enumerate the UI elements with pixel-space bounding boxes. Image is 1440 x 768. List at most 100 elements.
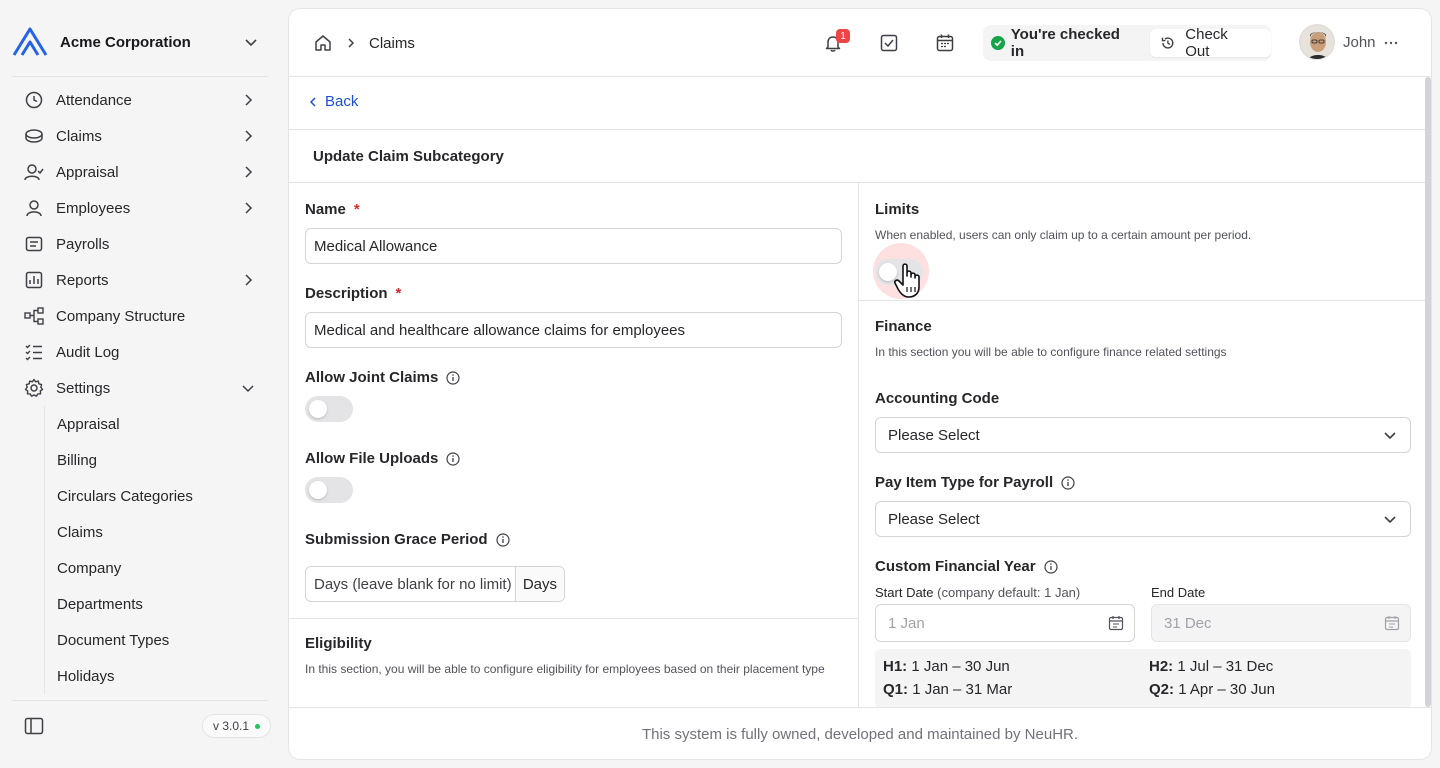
chevron-right-icon xyxy=(245,166,253,178)
user-check-icon xyxy=(24,162,44,182)
accounting-code-select[interactable]: Please Select xyxy=(875,417,1411,453)
sidebar-item-attendance[interactable]: Attendance xyxy=(12,82,270,118)
name-input[interactable]: Medical Allowance xyxy=(305,228,842,264)
company-logo-icon xyxy=(12,27,48,56)
subnav-item-billing[interactable]: Billing xyxy=(45,442,270,478)
more-horizontal-icon[interactable] xyxy=(1383,35,1399,51)
sidebar-item-settings[interactable]: Settings xyxy=(12,370,270,406)
name-label: Name * xyxy=(305,201,360,218)
sidebar-toggle-icon[interactable] xyxy=(24,716,44,736)
check-out-button[interactable]: Check Out xyxy=(1149,26,1271,60)
subnav-item-document-types[interactable]: Document Types xyxy=(45,622,270,658)
grace-period-label-text: Submission Grace Period xyxy=(305,531,488,548)
chevron-down-icon xyxy=(245,39,257,47)
home-icon[interactable] xyxy=(313,33,333,53)
chevron-right-icon xyxy=(245,274,253,286)
org-switcher[interactable]: Acme Corporation xyxy=(12,24,268,60)
description-input[interactable]: Medical and healthcare allowance claims … xyxy=(305,312,842,348)
section-divider xyxy=(859,300,1425,301)
grace-period-label: Submission Grace Period xyxy=(305,531,510,548)
sidebar-item-appraisal[interactable]: Appraisal xyxy=(12,154,270,190)
sidebar-item-reports[interactable]: Reports xyxy=(12,262,270,298)
file-uploads-label: Allow File Uploads xyxy=(305,450,460,467)
subnav-item-departments[interactable]: Departments xyxy=(45,586,270,622)
user-icon xyxy=(24,198,44,218)
preset-h1[interactable]: H1: 1 Jan – 30 Jun xyxy=(883,658,1010,675)
back-link[interactable]: Back xyxy=(307,93,358,110)
start-date-input[interactable]: 1 Jan xyxy=(875,604,1135,642)
user-name[interactable]: John xyxy=(1343,34,1376,51)
breadcrumb-claims[interactable]: Claims xyxy=(369,35,415,52)
finance-help: In this section you will be able to conf… xyxy=(875,345,1227,359)
grace-period-unit: Days xyxy=(515,567,564,601)
pay-item-label-text: Pay Item Type for Payroll xyxy=(875,474,1054,491)
preset-key: Q1: xyxy=(883,681,909,698)
scrollbar[interactable] xyxy=(1425,77,1431,707)
gear-icon xyxy=(24,378,44,398)
back-label: Back xyxy=(325,93,359,110)
subnav-item-claims[interactable]: Claims xyxy=(45,514,270,550)
sidebar-item-label: Reports xyxy=(56,271,109,289)
org-name: Acme Corporation xyxy=(60,33,191,51)
description-label-text: Description xyxy=(305,285,388,302)
file-uploads-label-text: Allow File Uploads xyxy=(305,450,439,467)
task-check-icon[interactable] xyxy=(879,33,899,53)
preset-key: H1: xyxy=(883,658,908,675)
sidebar-item-audit-log[interactable]: Audit Log xyxy=(12,334,270,370)
sidebar-item-claims[interactable]: Claims xyxy=(12,118,270,154)
subnav-item-holidays[interactable]: Holidays xyxy=(45,658,270,694)
sidebar-bottom-divider xyxy=(12,700,268,701)
breadcrumb: Claims xyxy=(313,33,415,53)
pay-item-value: Please Select xyxy=(888,510,980,528)
topbar: Claims 1 You're checked in Check Out Joh… xyxy=(289,9,1431,77)
eligibility-title: Eligibility xyxy=(305,635,372,652)
preset-value: 1 Jul – 31 Dec xyxy=(1177,658,1274,675)
pay-item-select[interactable]: Please Select xyxy=(875,501,1411,537)
info-icon[interactable] xyxy=(446,451,460,466)
toggle-knob xyxy=(309,481,327,499)
grace-period-input[interactable]: Days (leave blank for no limit) xyxy=(306,567,516,601)
form-right-column: Limits When enabled, users can only clai… xyxy=(859,183,1425,709)
accounting-code-value: Please Select xyxy=(888,426,980,444)
info-icon[interactable] xyxy=(495,532,510,547)
sidebar-item-label: Claims xyxy=(56,127,102,145)
description-label: Description * xyxy=(305,285,401,302)
coins-icon xyxy=(24,126,44,146)
sidebar-item-payrolls[interactable]: Payrolls xyxy=(12,226,270,262)
version-label: v 3.0.1 xyxy=(213,719,250,733)
start-date-label-text: Start Date xyxy=(875,585,934,600)
info-icon[interactable] xyxy=(1044,559,1058,574)
preset-key: Q2: xyxy=(1149,681,1175,698)
joint-claims-toggle[interactable] xyxy=(305,396,353,422)
sidebar: Acme Corporation Attendance Claims Appra… xyxy=(0,0,280,768)
hand-cursor-icon xyxy=(894,263,920,298)
joint-claims-label: Allow Joint Claims xyxy=(305,369,460,386)
back-row: Back xyxy=(289,77,1431,130)
subnav-item-company[interactable]: Company xyxy=(45,550,270,586)
period-presets: H1: 1 Jan – 30 Jun H2: 1 Jul – 31 Dec Q1… xyxy=(875,649,1411,709)
calendar-icon[interactable] xyxy=(935,33,955,53)
info-icon[interactable] xyxy=(1061,475,1075,490)
chevron-down-icon xyxy=(242,385,254,393)
preset-value: 1 Jan – 30 Jun xyxy=(911,658,1010,675)
subnav-item-appraisal[interactable]: Appraisal xyxy=(45,406,270,442)
sidebar-item-label: Appraisal xyxy=(56,163,119,181)
custom-financial-year-label: Custom Financial Year xyxy=(875,558,1058,575)
sidebar-item-employees[interactable]: Employees xyxy=(12,190,270,226)
footer: This system is fully owned, developed an… xyxy=(289,707,1431,759)
info-icon[interactable] xyxy=(446,370,460,385)
start-date-label: Start Date (company default: 1 Jan) xyxy=(875,585,1080,600)
status-dot-icon xyxy=(255,723,261,729)
required-mark: * xyxy=(353,201,360,218)
sidebar-item-label: Company Structure xyxy=(56,307,186,325)
subnav-item-circulars-categories[interactable]: Circulars Categories xyxy=(45,478,270,514)
preset-h2[interactable]: H2: 1 Jul – 31 Dec xyxy=(1149,658,1273,675)
avatar[interactable] xyxy=(1299,24,1335,60)
preset-q2[interactable]: Q2: 1 Apr – 30 Jun xyxy=(1149,681,1275,698)
end-date-label: End Date xyxy=(1151,585,1206,600)
preset-q1[interactable]: Q1: 1 Jan – 31 Mar xyxy=(883,681,1012,698)
start-date-hint: (company default: 1 Jan) xyxy=(937,585,1081,600)
preset-value: 1 Jan – 31 Mar xyxy=(912,681,1013,698)
sidebar-item-company-structure[interactable]: Company Structure xyxy=(12,298,270,334)
file-uploads-toggle[interactable] xyxy=(305,477,353,503)
